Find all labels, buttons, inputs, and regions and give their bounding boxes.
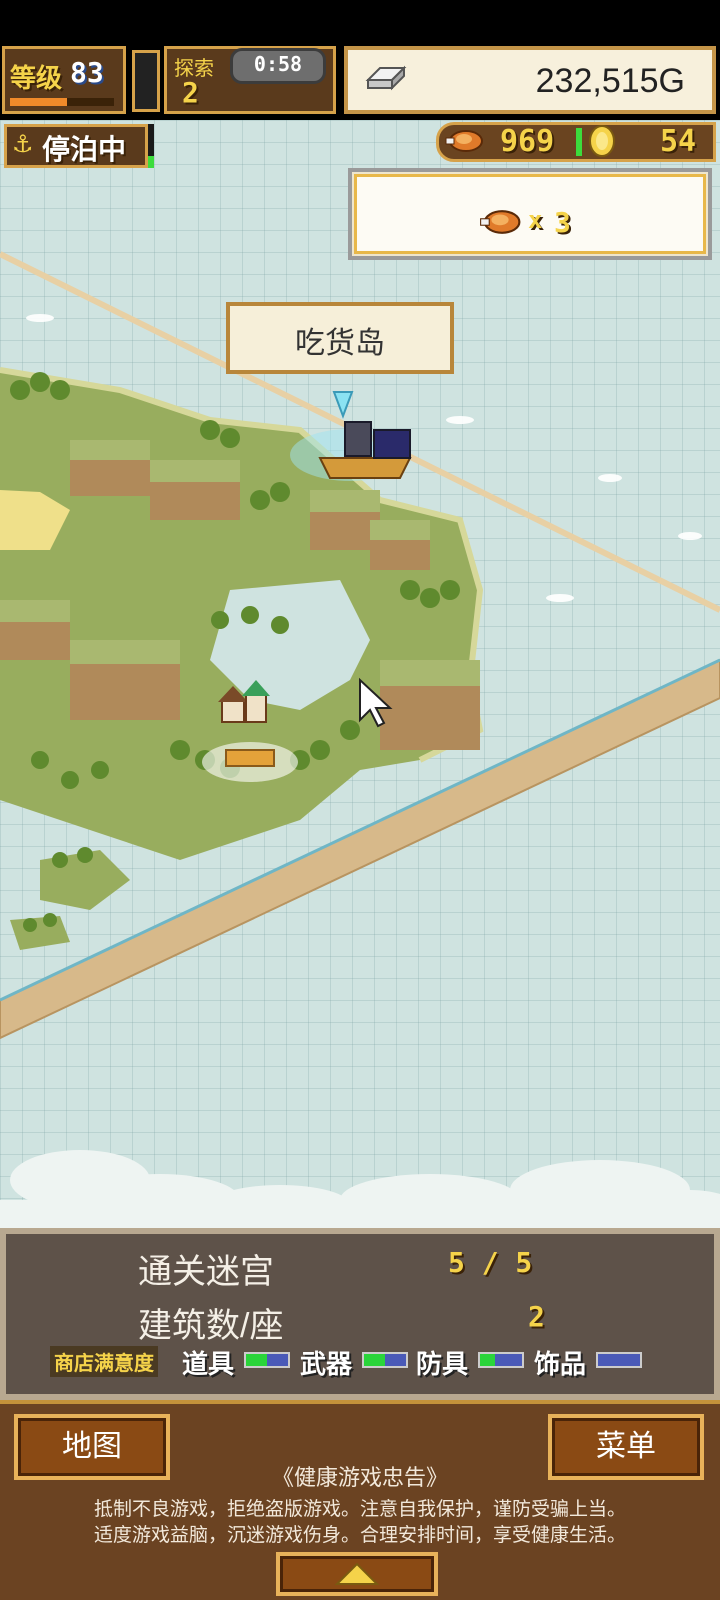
level-label: 等级 bbox=[10, 64, 63, 94]
category-accessories-bar bbox=[596, 1352, 642, 1368]
voyage-value: 2 bbox=[182, 76, 199, 109]
location-marker-icon bbox=[332, 391, 354, 419]
level-value: 83 bbox=[70, 56, 104, 89]
health-advisory-title: 《健康游戏忠告》 bbox=[271, 1465, 448, 1490]
health-advisory-line-1: 抵制不良游戏，拒绝盗版游戏。注意自我保护，谨防受骗上当。 bbox=[93, 1499, 626, 1520]
island-name: 吃货岛 bbox=[295, 327, 385, 360]
reward-count: 3 bbox=[554, 206, 571, 239]
timer-text: 0:58 bbox=[253, 52, 303, 76]
status-bar-area bbox=[0, 0, 720, 46]
building-count-label: 建筑数/座 bbox=[138, 1307, 284, 1345]
game-screen: 吃货岛 等级 83 探索 2 0:58 232,515G ⚓ 停泊中 969 5… bbox=[0, 0, 720, 1600]
dungeon-cleared-label: 通关迷宫 bbox=[138, 1253, 274, 1291]
category-armor-bar bbox=[478, 1352, 524, 1368]
category-weapons-label: 武器 bbox=[300, 1349, 353, 1379]
category-accessories-label: 饰品 bbox=[534, 1349, 587, 1379]
exp-bar-fill bbox=[10, 98, 68, 106]
dock-status: 停泊中 bbox=[42, 134, 127, 165]
health-advisory-line-2: 适度游戏益脑，沉迷游戏伤身。合理安排时间，享受健康生活。 bbox=[93, 1525, 626, 1546]
category-items-label: 道具 bbox=[182, 1349, 235, 1379]
building-count-value: 2 bbox=[528, 1300, 545, 1333]
map-drawing bbox=[0, 251, 720, 1230]
category-armor-label: 防具 bbox=[416, 1349, 469, 1379]
dock-indicator-fill bbox=[148, 156, 154, 168]
dungeon-cleared-value: 5 / 5 bbox=[448, 1246, 533, 1279]
anchor-icon: ⚓ bbox=[12, 130, 34, 158]
money-value: 232,515G bbox=[535, 62, 685, 100]
meat-icon bbox=[445, 130, 483, 152]
coin-value: 54 bbox=[660, 124, 697, 159]
gold-coin-icon bbox=[589, 125, 615, 157]
sea-map[interactable] bbox=[0, 120, 720, 1230]
category-items-bar bbox=[244, 1352, 290, 1368]
gauge-slot bbox=[132, 50, 160, 112]
food-gauge bbox=[576, 128, 582, 156]
food-value: 969 bbox=[500, 124, 555, 159]
up-arrow-icon bbox=[334, 1562, 380, 1585]
silver-bar-icon bbox=[365, 65, 407, 91]
shop-satisfaction-label: 商店满意度 bbox=[50, 1346, 158, 1377]
reward-meat-icon bbox=[480, 210, 521, 234]
category-weapons-bar bbox=[362, 1352, 408, 1368]
exp-bar bbox=[10, 98, 114, 106]
expand-button[interactable] bbox=[276, 1552, 438, 1596]
reward-multiplier-sign: x bbox=[528, 206, 543, 234]
